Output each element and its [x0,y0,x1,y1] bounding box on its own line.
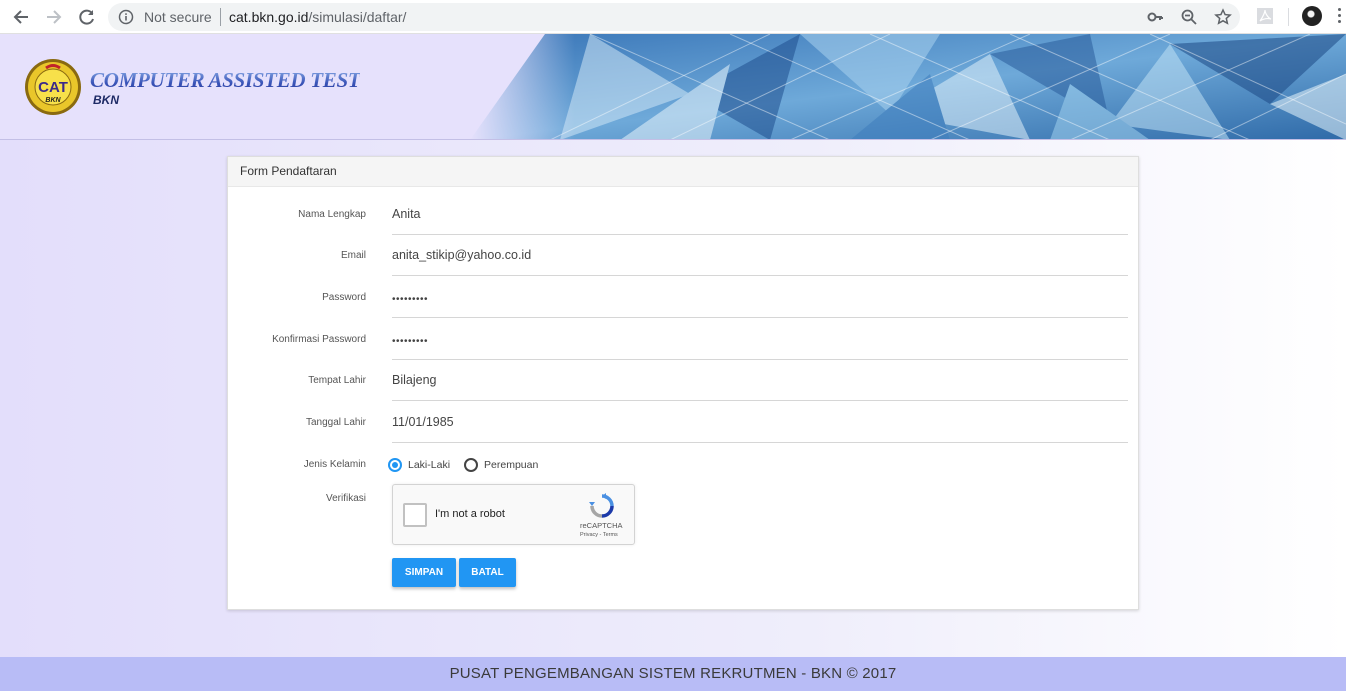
reload-icon[interactable] [76,6,98,28]
pdf-extension-icon[interactable] [1256,7,1274,25]
field-tanggal-lahir: Tanggal Lahir 11/01/1985 [228,401,1138,443]
recaptcha-checkbox[interactable] [403,503,427,527]
forward-icon[interactable] [43,6,65,28]
nama-lengkap-input[interactable]: Anita [392,205,1128,235]
recaptcha-icon [589,493,614,518]
radio-laki-laki[interactable] [388,458,402,472]
field-label: Tanggal Lahir [305,417,366,428]
radio-label-perempuan[interactable]: Perempuan [484,459,538,471]
radio-perempuan[interactable] [464,458,479,472]
key-icon[interactable] [1146,8,1164,26]
omnibox-divider [220,8,221,26]
simpan-button[interactable]: SIMPAN [392,558,456,587]
site-footer: PUSAT PENGEMBANGAN SISTEM REKRUTMEN - BK… [0,657,1346,691]
zoom-icon[interactable] [1180,8,1198,26]
field-konfirmasi-password: Konfirmasi Password ••••••••• [228,318,1138,360]
registration-form: Form Pendaftaran Nama Lengkap Anita Emai… [227,156,1139,610]
field-tempat-lahir: Tempat Lahir Bilajeng [228,359,1138,401]
logo-subtext: BKN [45,97,61,104]
logo-text: CAT [38,79,68,96]
url-host: cat.bkn.go.id [229,9,309,25]
field-label: Nama Lengkap [298,209,366,220]
recaptcha-label: I'm not a robot [435,508,505,520]
page-body: CAT BKN COMPUTER ASSISTED TEST BKN Form … [0,34,1346,691]
address-bar[interactable]: Not secure cat.bkn.go.id/simulasi/daftar… [108,3,1240,31]
info-icon[interactable] [118,9,134,25]
profile-avatar[interactable] [1302,6,1322,26]
header-banner-image [470,34,1346,139]
tanggal-lahir-input[interactable]: 11/01/1985 [392,413,1128,443]
cat-bkn-logo: CAT BKN [25,59,81,115]
confirm-password-input[interactable]: ••••••••• [392,330,1128,360]
recaptcha-brand: reCAPTCHA [580,521,623,530]
field-label: Konfirmasi Password [272,334,366,345]
field-label: Password [322,292,366,303]
field-nama-lengkap: Nama Lengkap Anita [228,193,1138,235]
email-input[interactable]: anita_stikip@yahoo.co.id [392,246,1128,276]
field-label: Email [340,250,366,261]
tempat-lahir-input[interactable]: Bilajeng [392,371,1128,401]
radio-label-laki-laki[interactable]: Laki-Laki [408,459,450,471]
star-icon[interactable] [1214,8,1232,26]
field-label: Tempat Lahir [308,375,366,386]
field-verifikasi: Verifikasi [228,477,1138,519]
site-subtitle: BKN [93,93,119,107]
site-header: CAT BKN COMPUTER ASSISTED TEST BKN [0,34,1346,140]
field-label: Jenis Kelamin [303,459,366,470]
batal-button[interactable]: BATAL [459,558,516,587]
recaptcha-terms-link[interactable]: Privacy - Terms [580,532,618,538]
field-password: Password ••••••••• [228,276,1138,318]
recaptcha-widget: I'm not a robot reCAPTCHA Privacy - Term… [392,484,635,545]
back-icon[interactable] [10,6,32,28]
field-label: Verifikasi [325,493,366,504]
gender-radio-group: Laki-Laki Perempuan [388,455,538,475]
site-title: COMPUTER ASSISTED TEST [90,68,361,92]
toolbar-divider [1288,8,1289,26]
security-label: Not secure [144,9,212,25]
menu-icon[interactable] [1338,8,1342,26]
field-email: Email anita_stikip@yahoo.co.id [228,234,1138,276]
form-title: Form Pendaftaran [228,157,1138,187]
url-text[interactable]: cat.bkn.go.id/simulasi/daftar/ [229,9,406,25]
browser-toolbar: Not secure cat.bkn.go.id/simulasi/daftar… [0,0,1346,34]
url-path: /simulasi/daftar/ [308,9,407,25]
password-input[interactable]: ••••••••• [392,288,1128,318]
